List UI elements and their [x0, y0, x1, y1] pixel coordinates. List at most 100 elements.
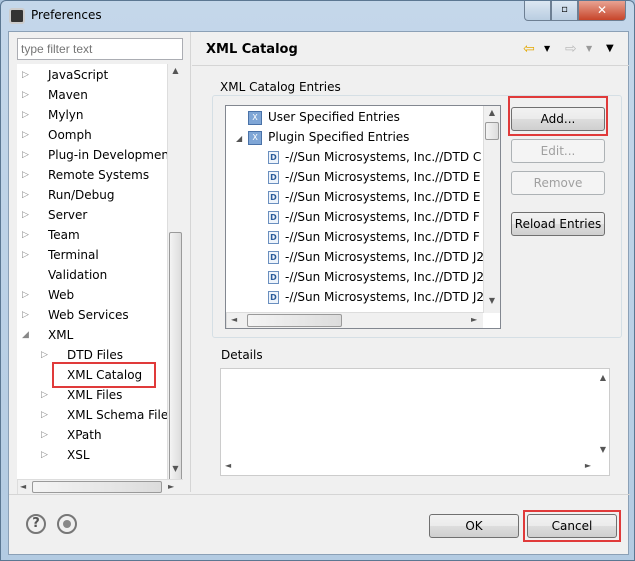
tree-item[interactable]: XSL	[67, 445, 90, 465]
tree-item[interactable]: Maven	[48, 85, 88, 105]
tree-item[interactable]: Validation	[48, 265, 107, 285]
expand-arrow-icon[interactable]: ▷	[41, 350, 48, 360]
remove-button[interactable]: Remove	[511, 171, 605, 195]
catalog-entry[interactable]: D -//Sun Microsystems, Inc.//DTD E	[268, 187, 480, 207]
entries-horizontal-scrollbar[interactable]: ◄ ►	[226, 312, 483, 328]
expand-arrow-icon[interactable]: ▷	[22, 230, 29, 240]
expand-arrow-icon[interactable]: ▷	[22, 190, 29, 200]
edit-button[interactable]: Edit...	[511, 139, 605, 163]
expand-arrow-icon[interactable]: ▷	[22, 90, 29, 100]
root-label: Plugin Specified Entries	[268, 130, 410, 144]
expand-arrow-icon[interactable]: ▷	[22, 290, 29, 300]
sash[interactable]	[190, 32, 191, 492]
dtd-file-icon: D	[268, 291, 279, 304]
expand-arrow-icon[interactable]: ▷	[22, 150, 29, 160]
dtd-file-icon: D	[268, 231, 279, 244]
dtd-file-icon: D	[268, 271, 279, 284]
back-menu-icon[interactable]: ▼	[544, 44, 550, 53]
help-icon[interactable]: ?	[26, 514, 46, 534]
expand-arrow-icon[interactable]: ▷	[41, 450, 48, 460]
dtd-file-icon: D	[268, 191, 279, 204]
catalog-entries-tree: X User Specified Entries ◢ X Plugin Specifie…	[225, 105, 501, 329]
tree-hscroll-thumb[interactable]	[32, 481, 162, 493]
tree-item[interactable]: XML Files	[67, 385, 122, 405]
add-highlight	[508, 96, 608, 136]
dtd-file-icon: D	[268, 211, 279, 224]
catalog-entry[interactable]: D -//Sun Microsystems, Inc.//DTD J2	[268, 287, 484, 307]
view-menu-icon[interactable]: ▼	[606, 43, 614, 54]
entry-label: -//Sun Microsystems, Inc.//DTD J2	[285, 290, 485, 304]
catalog-entry[interactable]: D -//Sun Microsystems, Inc.//DTD C	[268, 147, 481, 167]
expand-arrow-icon[interactable]: ▷	[22, 310, 29, 320]
expand-arrow-icon[interactable]: ▷	[22, 210, 29, 220]
expand-arrow-icon[interactable]: ▷	[41, 410, 48, 420]
catalog-entry[interactable]: D -//Sun Microsystems, Inc.//DTD J2	[268, 247, 484, 267]
tree-item[interactable]: XPath	[67, 425, 102, 445]
entry-label: -//Sun Microsystems, Inc.//DTD E	[285, 190, 481, 204]
tree-item[interactable]: Server	[48, 205, 87, 225]
tree-item[interactable]: Mylyn	[48, 105, 84, 125]
tree-item[interactable]: JavaScript	[48, 65, 108, 85]
expand-arrow-icon[interactable]: ▷	[22, 130, 29, 140]
catalog-icon: X	[248, 110, 262, 125]
cancel-highlight	[523, 510, 621, 542]
close-button[interactable]: ✕	[578, 1, 626, 21]
xml-catalog-highlight	[52, 362, 156, 388]
maximize-button[interactable]: ▫	[551, 1, 578, 21]
entry-label: -//Sun Microsystems, Inc.//DTD E	[285, 170, 481, 184]
tree-horizontal-scrollbar[interactable]: ◄ ►	[17, 479, 183, 494]
tree-vertical-scrollbar[interactable]: ▲ ▼	[167, 64, 183, 490]
tree-item[interactable]: Web	[48, 285, 74, 305]
dtd-file-icon: D	[268, 171, 279, 184]
tree-item[interactable]: XML Schema Files	[67, 405, 174, 425]
tree-item[interactable]: Team	[48, 225, 80, 245]
details-area[interactable]: ▲ ▼ ◄ ►	[220, 368, 610, 476]
window-title: Preferences	[31, 8, 102, 22]
tree-item[interactable]: Web Services	[48, 305, 129, 325]
tree-item[interactable]: Run/Debug	[48, 185, 115, 205]
record-icon[interactable]	[57, 514, 77, 534]
tree-item[interactable]: Oomph	[48, 125, 92, 145]
tree-item[interactable]: Plug-in Development	[48, 145, 174, 165]
root-label: User Specified Entries	[268, 110, 400, 124]
footer-separator	[9, 494, 630, 495]
ok-button[interactable]: OK	[429, 514, 519, 538]
expand-arrow-icon[interactable]: ▷	[22, 110, 29, 120]
catalog-entry[interactable]: D -//Sun Microsystems, Inc.//DTD F	[268, 227, 480, 247]
collapse-arrow-icon[interactable]: ◢	[236, 134, 242, 143]
entries-group-label: XML Catalog Entries	[220, 80, 341, 94]
entries-vertical-scrollbar[interactable]: ▲ ▼	[483, 106, 500, 313]
tree-item[interactable]: XML	[48, 325, 73, 345]
forward-menu-icon[interactable]: ▼	[586, 44, 592, 53]
catalog-entry[interactable]: D -//Sun Microsystems, Inc.//DTD E	[268, 167, 480, 187]
back-icon[interactable]: ⇦	[523, 41, 535, 57]
reload-entries-button[interactable]: Reload Entries	[511, 212, 605, 236]
expand-arrow-icon[interactable]: ▷	[22, 250, 29, 260]
expand-arrow-icon[interactable]: ▷	[41, 430, 48, 440]
forward-icon[interactable]: ⇨	[565, 41, 577, 57]
entry-label: -//Sun Microsystems, Inc.//DTD F	[285, 230, 480, 244]
entry-label: -//Sun Microsystems, Inc.//DTD J2	[285, 270, 485, 284]
collapse-arrow-icon[interactable]: ◢	[22, 330, 29, 340]
entry-label: -//Sun Microsystems, Inc.//DTD J2	[285, 250, 485, 264]
expand-arrow-icon[interactable]: ▷	[22, 70, 29, 80]
expand-arrow-icon[interactable]: ▷	[22, 170, 29, 180]
catalog-root-item[interactable]: ◢ X Plugin Specified Entries	[236, 127, 409, 147]
app-icon	[9, 8, 25, 24]
tree-item[interactable]: Remote Systems	[48, 165, 149, 185]
entries-hscroll-thumb[interactable]	[247, 314, 342, 327]
minimize-button[interactable]	[524, 1, 551, 21]
expand-arrow-icon[interactable]: ▷	[41, 390, 48, 400]
tree-scroll-thumb[interactable]	[169, 232, 182, 490]
catalog-entry[interactable]: D -//Sun Microsystems, Inc.//DTD J2	[268, 267, 484, 287]
entry-label: -//Sun Microsystems, Inc.//DTD C	[285, 150, 482, 164]
filter-input[interactable]	[17, 38, 183, 60]
catalog-root-item[interactable]: X User Specified Entries	[248, 107, 400, 127]
dialog-client: ▷ JavaScript ▷ Maven ▷ Mylyn ▷ Oomph ▷ Plug-in De…	[8, 31, 630, 555]
preferences-tree: ▷ JavaScript ▷ Maven ▷ Mylyn ▷ Oomph ▷ Plug-in De…	[17, 64, 183, 494]
catalog-entry[interactable]: D -//Sun Microsystems, Inc.//DTD F	[268, 207, 480, 227]
entries-scroll-thumb[interactable]	[485, 122, 499, 140]
dtd-file-icon: D	[268, 251, 279, 264]
tree-item[interactable]: Terminal	[48, 245, 99, 265]
entry-label: -//Sun Microsystems, Inc.//DTD F	[285, 210, 480, 224]
